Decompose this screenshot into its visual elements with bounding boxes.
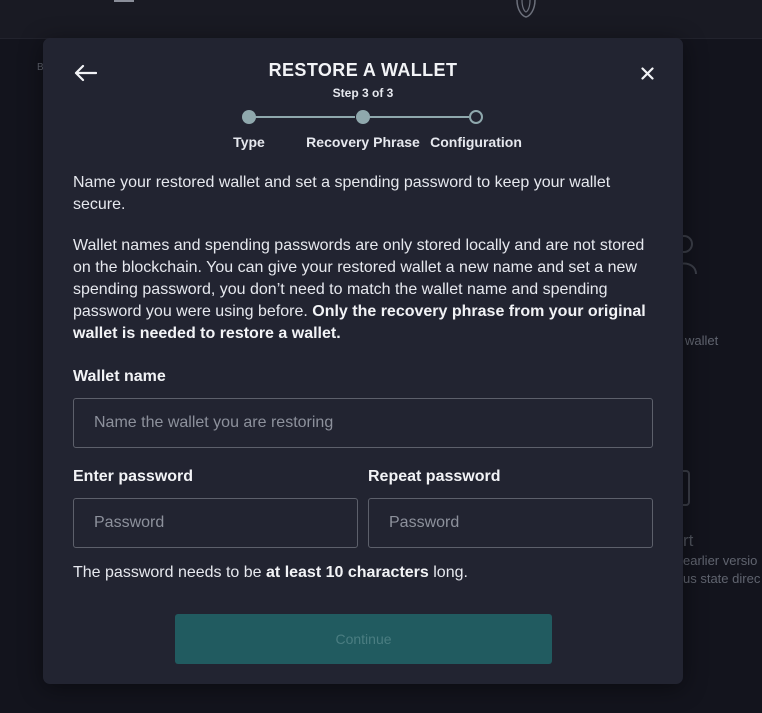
step-label-configuration: Configuration xyxy=(430,134,522,150)
top-bar xyxy=(0,0,762,39)
wallet-name-input[interactable] xyxy=(73,398,653,448)
details-text: Wallet names and spending passwords are … xyxy=(73,235,653,345)
hint-emphasis: at least 10 characters xyxy=(266,564,429,581)
background-text: us state direc xyxy=(683,571,761,586)
continue-button[interactable]: Continue xyxy=(175,614,552,664)
hint-prefix: The password needs to be xyxy=(73,564,262,581)
step-label-type: Type xyxy=(233,134,265,150)
step-dot-recovery-phrase xyxy=(356,110,370,124)
restore-wallet-dialog: RESTORE A WALLET Step 3 of 3 Type Recove… xyxy=(43,38,683,684)
step-label-recovery-phrase: Recovery Phrase xyxy=(306,134,420,150)
menu-icon[interactable] xyxy=(114,0,134,4)
background-text: earlier versio xyxy=(683,553,758,568)
background-text: wallet xyxy=(685,333,719,348)
progress-stepper xyxy=(241,108,487,128)
password-hint: The password needs to be at least 10 cha… xyxy=(73,564,468,582)
repeat-password-input[interactable] xyxy=(368,498,653,548)
step-connector xyxy=(367,116,469,118)
intro-text: Name your restored wallet and set a spen… xyxy=(73,174,611,213)
dialog-title: RESTORE A WALLET xyxy=(268,60,458,80)
app-logo-icon xyxy=(516,0,536,18)
repeat-password-label: Repeat password xyxy=(368,468,501,485)
step-indicator: Step 3 of 3 xyxy=(332,86,394,100)
password-input[interactable] xyxy=(73,498,358,548)
wallet-name-label: Wallet name xyxy=(73,368,166,385)
step-dot-type xyxy=(242,110,256,124)
password-label: Enter password xyxy=(73,468,194,485)
background-text: rt xyxy=(683,531,694,550)
hint-suffix: long. xyxy=(433,564,468,581)
step-connector xyxy=(253,116,355,118)
step-dot-configuration xyxy=(469,110,483,124)
